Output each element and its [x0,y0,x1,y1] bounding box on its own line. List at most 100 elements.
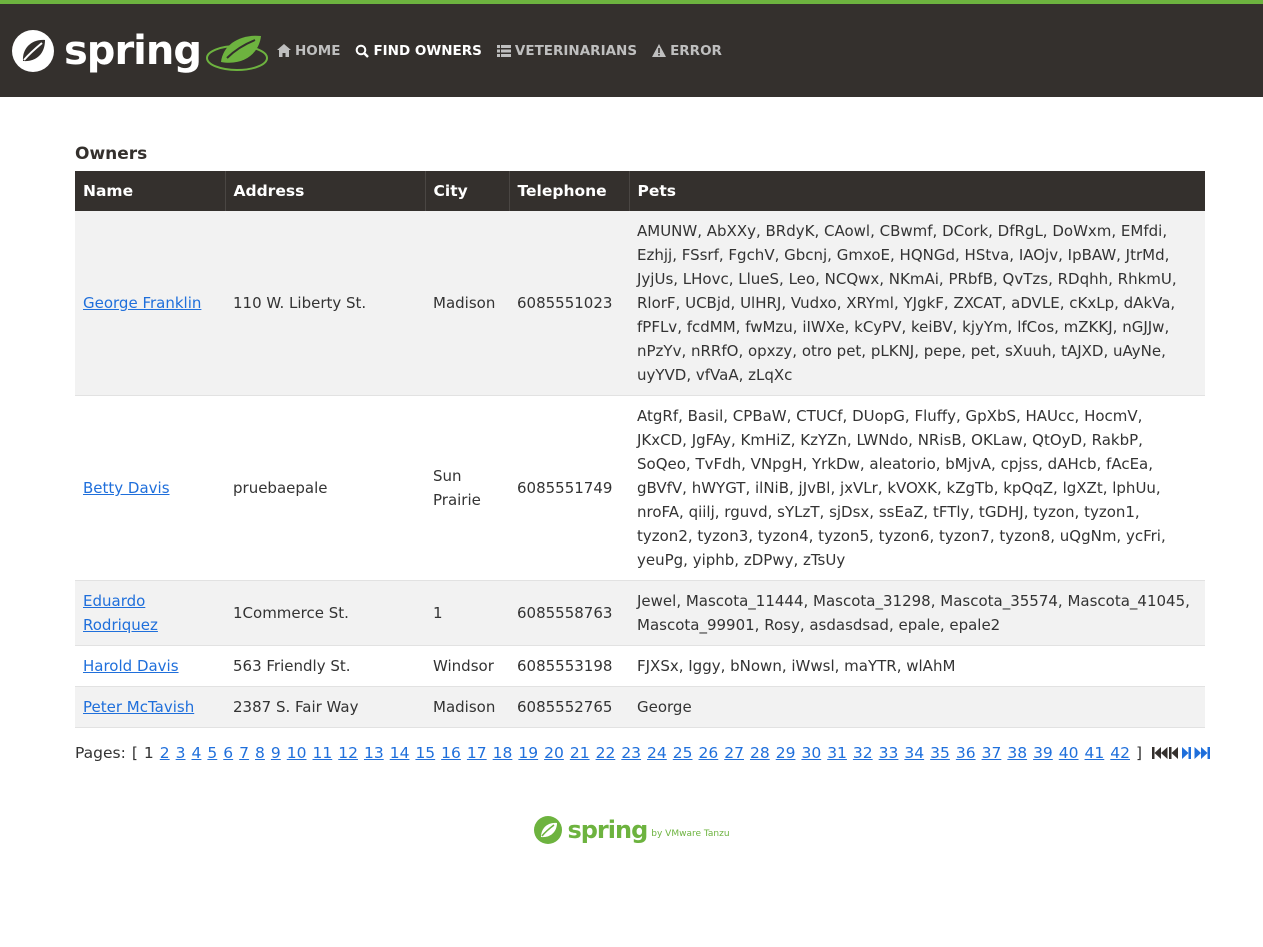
footer-brand: spring [567,816,648,844]
navbar: spring Home Find owners Veterinarians Er… [0,4,1263,97]
page-link-17[interactable]: 17 [467,744,487,762]
spring-boot-leaf-icon [206,35,268,71]
owner-pets-cell: AtgRf, Basil, CPBaW, CTUCf, DUopG, Fluff… [637,407,1166,569]
page-link-39[interactable]: 39 [1033,744,1053,762]
table-row: Peter McTavish 2387 S. Fair Way Madison … [75,686,1205,728]
owner-link[interactable]: Eduardo Rodriquez [83,592,158,634]
owner-telephone-cell: 6085551749 [517,479,613,497]
spring-logo[interactable]: spring [10,28,269,74]
owner-pets-cell: AMUNW, AbXXy, BRdyK, CAowl, CBwmf, DCork… [637,222,1177,384]
nav-error-label: Error [670,42,722,59]
page-link-21[interactable]: 21 [570,744,590,762]
page-link-33[interactable]: 33 [879,744,899,762]
previous-page-icon [1168,746,1179,760]
owner-telephone-cell: 6085558763 [517,604,613,622]
column-header-name: Name [75,171,226,211]
owner-telephone-cell: 6085552765 [517,698,613,716]
page-link-37[interactable]: 37 [982,744,1002,762]
owner-city-cell: 1 [433,604,443,622]
page-link-5[interactable]: 5 [207,744,217,762]
last-page-icon [1194,747,1211,759]
next-page-icon [1182,747,1192,759]
page-link-15[interactable]: 15 [415,744,435,762]
page-link-6[interactable]: 6 [223,744,233,762]
next-page-button[interactable] [1181,746,1192,760]
pagination: Pages: [ 1 2 3 4 5 6 7 8 9 10 11 12 13 14 15 16 17 18 19 2… [75,744,1211,762]
page-link-14[interactable]: 14 [390,744,410,762]
page-link-38[interactable]: 38 [1007,744,1027,762]
page-link-19[interactable]: 19 [518,744,538,762]
owner-address-cell: 110 W. Liberty St. [233,294,367,312]
page-link-2[interactable]: 2 [160,744,170,762]
page-link-40[interactable]: 40 [1059,744,1079,762]
page-link-10[interactable]: 10 [287,744,307,762]
page-link-11[interactable]: 11 [313,744,333,762]
pagination-close-bracket: ] [1136,744,1143,762]
page-link-31[interactable]: 31 [827,744,847,762]
page-link-28[interactable]: 28 [750,744,770,762]
page-link-25[interactable]: 25 [673,744,693,762]
table-row: George Franklin 110 W. Liberty St. Madis… [75,211,1205,396]
page-link-32[interactable]: 32 [853,744,873,762]
page-link-34[interactable]: 34 [904,744,924,762]
page-link-24[interactable]: 24 [647,744,667,762]
table-header-row: Name Address City Telephone Pets [75,171,1205,211]
owner-name-cell: George Franklin [75,211,225,396]
spring-leaf-icon [12,29,54,72]
owner-city-cell: Windsor [433,657,494,675]
owner-pets-cell: Jewel, Mascota_11444, Mascota_31298, Mas… [637,592,1190,634]
page-link-29[interactable]: 29 [776,744,796,762]
owner-address-cell: 563 Friendly St. [233,657,351,675]
owner-link[interactable]: George Franklin [83,294,201,312]
footer: spring by VMware Tanzu [0,815,1263,845]
page-link-30[interactable]: 30 [801,744,821,762]
pagination-current-page: 1 [143,744,154,762]
page-link-26[interactable]: 26 [699,744,719,762]
owner-link[interactable]: Harold Davis [83,657,179,675]
first-page-icon [1152,746,1168,760]
page-link-27[interactable]: 27 [724,744,744,762]
last-page-button[interactable] [1194,746,1211,760]
page-link-7[interactable]: 7 [239,744,249,762]
nav-home[interactable]: Home [277,43,340,59]
page-link-18[interactable]: 18 [493,744,513,762]
pagination-page-links: 2 3 4 5 6 7 8 9 10 11 12 13 14 15 16 17 18 19 20 21 22 23 24 25… [154,744,1130,762]
table-row: Eduardo Rodriquez 1Commerce St. 1 608555… [75,580,1205,646]
owner-link[interactable]: Peter McTavish [83,698,194,716]
page-link-8[interactable]: 8 [255,744,265,762]
owner-name-cell: Harold Davis [75,646,225,687]
nav-find-owners[interactable]: Find owners [355,42,482,59]
search-icon [356,44,370,58]
page-link-42[interactable]: 42 [1110,744,1130,762]
nav-home-label: Home [295,42,341,59]
page-link-4[interactable]: 4 [192,744,202,762]
nav-error[interactable]: Error [652,43,722,59]
column-header-city: City [425,171,510,211]
page-link-36[interactable]: 36 [956,744,976,762]
page-link-22[interactable]: 22 [596,744,616,762]
table-row: Harold Davis 563 Friendly St. Windsor 60… [75,646,1205,687]
pagination-open-bracket: [ [131,744,138,762]
owner-link[interactable]: Betty Davis [83,479,170,497]
owner-city-cell: Madison [433,698,496,716]
page-title: Owners [75,144,148,164]
page-link-12[interactable]: 12 [338,744,358,762]
page-link-41[interactable]: 41 [1085,744,1105,762]
page-link-35[interactable]: 35 [930,744,950,762]
page-link-13[interactable]: 13 [364,744,384,762]
page-link-3[interactable]: 3 [176,744,186,762]
page-link-9[interactable]: 9 [271,744,281,762]
pagination-nav [1152,746,1211,760]
owner-city-cell: Sun Prairie [433,467,481,509]
owner-name-cell: Peter McTavish [75,687,225,728]
page-link-16[interactable]: 16 [441,744,461,762]
owner-address-cell: 1Commerce St. [233,604,349,622]
nav-veterinarians[interactable]: Veterinarians [496,43,637,59]
owners-table: Name Address City Telephone Pets George … [75,171,1205,728]
owner-city-cell: Madison [433,294,496,312]
nav-find-owners-label: Find owners [373,42,482,59]
page-link-20[interactable]: 20 [544,744,564,762]
owner-telephone-cell: 6085553198 [517,657,613,675]
page-link-23[interactable]: 23 [621,744,641,762]
footer-subtitle: by VMware Tanzu [651,829,730,839]
